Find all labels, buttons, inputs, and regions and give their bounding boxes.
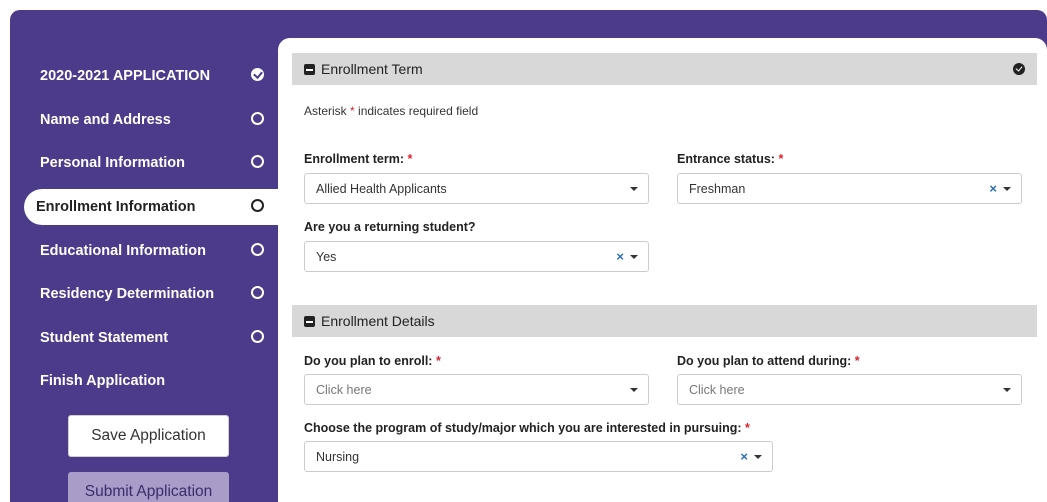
circle-icon [251, 155, 264, 168]
clear-x-icon[interactable]: × [740, 449, 748, 464]
returning-student-label: Are you a returning student? [304, 220, 476, 234]
entrance-status-select[interactable]: Freshman × [677, 173, 1022, 204]
collapse-minus-icon[interactable] [304, 63, 315, 75]
label-text: Entrance status: [677, 152, 775, 166]
required-asterisk: * [407, 152, 413, 166]
sidebar-item-label: 2020-2021 APPLICATION [40, 68, 211, 84]
circle-icon [251, 286, 264, 299]
sidebar-item-finish-application[interactable]: Finish Application [28, 363, 280, 399]
sidebar-item-name-address[interactable]: Name and Address [28, 102, 280, 138]
select-value: Allied Health Applicants [316, 181, 447, 196]
check-circle-icon [251, 68, 264, 81]
required-asterisk: * [854, 354, 860, 368]
select-value: Freshman [689, 181, 746, 196]
sidebar-item-label: Enrollment Information [36, 199, 196, 215]
caret-down-icon[interactable] [630, 187, 638, 191]
save-application-button[interactable]: Save Application [68, 415, 229, 457]
sidebar-item-label: Finish Application [40, 373, 166, 389]
returning-student-select[interactable]: Yes × [304, 241, 649, 272]
program-of-study-select[interactable]: Nursing × [304, 441, 773, 472]
label-text: Do you plan to attend during: [677, 354, 852, 368]
sidebar-item-label: Educational Information [40, 243, 206, 259]
sidebar-item-enrollment-information[interactable]: Enrollment Information [24, 189, 280, 225]
plan-attend-label: Do you plan to attend during: * [677, 354, 860, 368]
circle-icon [251, 199, 264, 212]
sidebar-item-student-statement[interactable]: Student Statement [28, 320, 280, 356]
note-text: indicates required field [358, 104, 479, 118]
caret-down-icon[interactable] [630, 388, 638, 392]
sidebar-item-personal-information[interactable]: Personal Information [28, 145, 280, 181]
select-placeholder: Click here [689, 382, 745, 397]
collapse-minus-icon[interactable] [304, 315, 315, 327]
enrollment-term-select[interactable]: Allied Health Applicants [304, 173, 649, 204]
select-placeholder: Click here [316, 382, 372, 397]
label-text: Choose the program of study/major which … [304, 421, 742, 435]
sidebar-item-label: Personal Information [40, 155, 186, 171]
clear-x-icon[interactable]: × [989, 181, 997, 196]
entrance-status-label: Entrance status: * [677, 152, 783, 166]
caret-down-icon[interactable] [1003, 187, 1011, 191]
circle-icon [251, 112, 264, 125]
required-asterisk: * [435, 354, 441, 368]
enrollment-term-label: Enrollment term: * [304, 152, 412, 166]
required-asterisk: * [778, 152, 784, 166]
submit-application-button[interactable]: Submit Application [68, 472, 229, 502]
caret-down-icon[interactable] [1003, 388, 1011, 392]
sidebar-item-label: Name and Address [40, 112, 171, 128]
section-title: Enrollment Term [321, 61, 423, 77]
caret-down-icon[interactable] [630, 255, 638, 259]
sidebar-nav: 2020-2021 APPLICATION Name and Address P… [0, 0, 280, 502]
sidebar-item-application[interactable]: 2020-2021 APPLICATION [28, 58, 280, 94]
circle-icon [251, 330, 264, 343]
clear-x-icon[interactable]: × [616, 249, 624, 264]
note-text: Asterisk [304, 104, 347, 118]
enrollment-form-panel: Enrollment Term Asterisk * indicates req… [278, 38, 1047, 502]
required-field-note: Asterisk * indicates required field [304, 104, 478, 118]
plan-attend-select[interactable]: Click here [677, 374, 1022, 405]
section-header-enrollment-term[interactable]: Enrollment Term [292, 53, 1037, 85]
label-text: Are you a returning student? [304, 220, 476, 234]
caret-down-icon[interactable] [754, 455, 762, 459]
plan-enroll-select[interactable]: Click here [304, 374, 649, 405]
section-header-enrollment-details[interactable]: Enrollment Details [292, 305, 1037, 337]
select-value: Yes [316, 249, 337, 264]
section-title: Enrollment Details [321, 313, 435, 329]
label-text: Do you plan to enroll: [304, 354, 433, 368]
sidebar-item-residency-determination[interactable]: Residency Determination [28, 276, 280, 312]
sidebar-item-educational-information[interactable]: Educational Information [28, 233, 280, 269]
plan-enroll-label: Do you plan to enroll: * [304, 354, 441, 368]
sidebar-item-label: Residency Determination [40, 286, 215, 302]
required-asterisk: * [350, 104, 355, 118]
check-circle-icon [1013, 63, 1025, 75]
select-value: Nursing [316, 449, 360, 464]
circle-icon [251, 243, 264, 256]
program-of-study-label: Choose the program of study/major which … [304, 421, 750, 435]
sidebar-item-label: Student Statement [40, 330, 169, 346]
label-text: Enrollment term: [304, 152, 405, 166]
required-asterisk: * [745, 421, 750, 435]
